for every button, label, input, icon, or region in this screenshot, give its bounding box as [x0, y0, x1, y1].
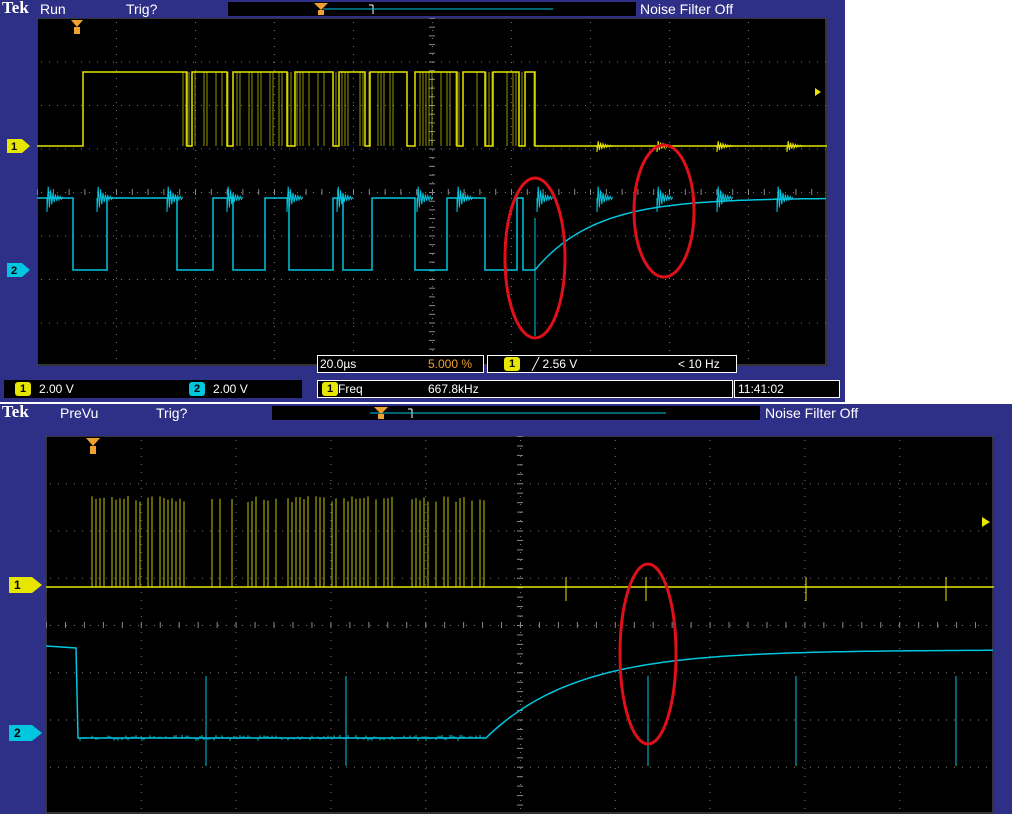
- svg-text:2: 2: [11, 265, 17, 277]
- channel2-ringing: [596, 186, 614, 213]
- record-view-bar: [228, 2, 636, 16]
- channel-readout-bar: 1 2.00 V 2 2.00 V 1 Freq 667.8kHz 11:41:…: [0, 380, 845, 402]
- acquisition-state: Run: [40, 1, 66, 17]
- noise-filter-status: Noise Filter Off: [640, 1, 734, 17]
- annotation-circle: [632, 143, 696, 279]
- channel2-trace: [37, 197, 826, 271]
- channel2-ground-marker: 2: [6, 262, 32, 278]
- channel2-ringing: [456, 186, 474, 213]
- record-view-bar: [272, 406, 760, 420]
- waveform-plot: [37, 18, 827, 366]
- channel2-ringing: [166, 186, 184, 213]
- trigger-status: Trig?: [126, 1, 158, 17]
- channel1-ground-marker: 1: [8, 576, 42, 593]
- clock-readout: 11:41:02: [734, 380, 840, 398]
- trigger-level-arrow: [815, 88, 821, 96]
- trigger-level-arrow: [982, 517, 990, 527]
- trigger-readout: 1 ╱ 2.56 V < 10 Hz: [487, 355, 737, 373]
- waveform-display: [37, 18, 827, 366]
- channel2-ground-marker: 2: [8, 724, 42, 741]
- measurement-label: Freq: [338, 382, 363, 396]
- brand-logo: Tek: [2, 0, 29, 17]
- trigger-point-marker: [86, 438, 100, 454]
- trigger-level: ╱ 2.56 V: [532, 357, 578, 371]
- trigger-point-marker: [71, 20, 83, 34]
- channel2-ringing: [336, 186, 354, 213]
- waveform-plot: [46, 436, 994, 814]
- channel2-ringing: [46, 186, 64, 213]
- acquisition-state: PreVu: [60, 405, 99, 421]
- channel1-scale: 2.00 V: [39, 382, 74, 396]
- status-bar: Tek PreVu Trig? Noise Filter Off: [0, 402, 1012, 422]
- svg-text:1: 1: [14, 578, 21, 592]
- svg-text:1: 1: [11, 141, 17, 153]
- channel2-ringing: [416, 186, 434, 213]
- noise-filter-status: Noise Filter Off: [765, 405, 859, 421]
- brand-logo: Tek: [2, 402, 29, 421]
- trigger-position: 5.000 %: [428, 357, 473, 371]
- graticule-border: [37, 18, 827, 366]
- time-per-div: 20.0µs: [320, 357, 357, 371]
- svg-text:2: 2: [14, 726, 21, 740]
- measurement-channel-badge: 1: [322, 382, 338, 396]
- channel-scale-readout: 1 2.00 V 2 2.00 V: [4, 380, 302, 398]
- trigger-status: Trig?: [156, 405, 188, 421]
- channel2-ringing: [226, 186, 244, 213]
- channel2-ringing: [716, 186, 734, 213]
- trigger-frequency: < 10 Hz: [678, 357, 720, 371]
- clock-time: 11:41:02: [738, 382, 784, 396]
- channel2-ringing: [96, 186, 114, 213]
- oscilloscope-screenshot-prevu: Tek PreVu Trig? Noise Filter Off 1 2: [0, 402, 1012, 814]
- oscilloscope-screenshot-run: Tek Run Trig? Noise Filter Off 1 2 20.0µ…: [0, 0, 845, 402]
- timebase-readout: 20.0µs 5.000 %: [317, 355, 484, 373]
- channel2-ringing: [656, 186, 674, 213]
- graticule-border: [46, 436, 994, 814]
- measurement-readout: 1 Freq 667.8kHz: [317, 380, 733, 398]
- waveform-display: [46, 436, 994, 814]
- channel2-scale: 2.00 V: [213, 382, 248, 396]
- measurement-value: 667.8kHz: [428, 382, 479, 396]
- channel1-ground-marker: 1: [6, 138, 32, 154]
- channel1-badge: 1: [15, 382, 31, 396]
- channel2-badge: 2: [189, 382, 205, 396]
- trigger-source-badge: 1: [504, 357, 520, 371]
- status-bar: Tek Run Trig? Noise Filter Off: [0, 0, 845, 18]
